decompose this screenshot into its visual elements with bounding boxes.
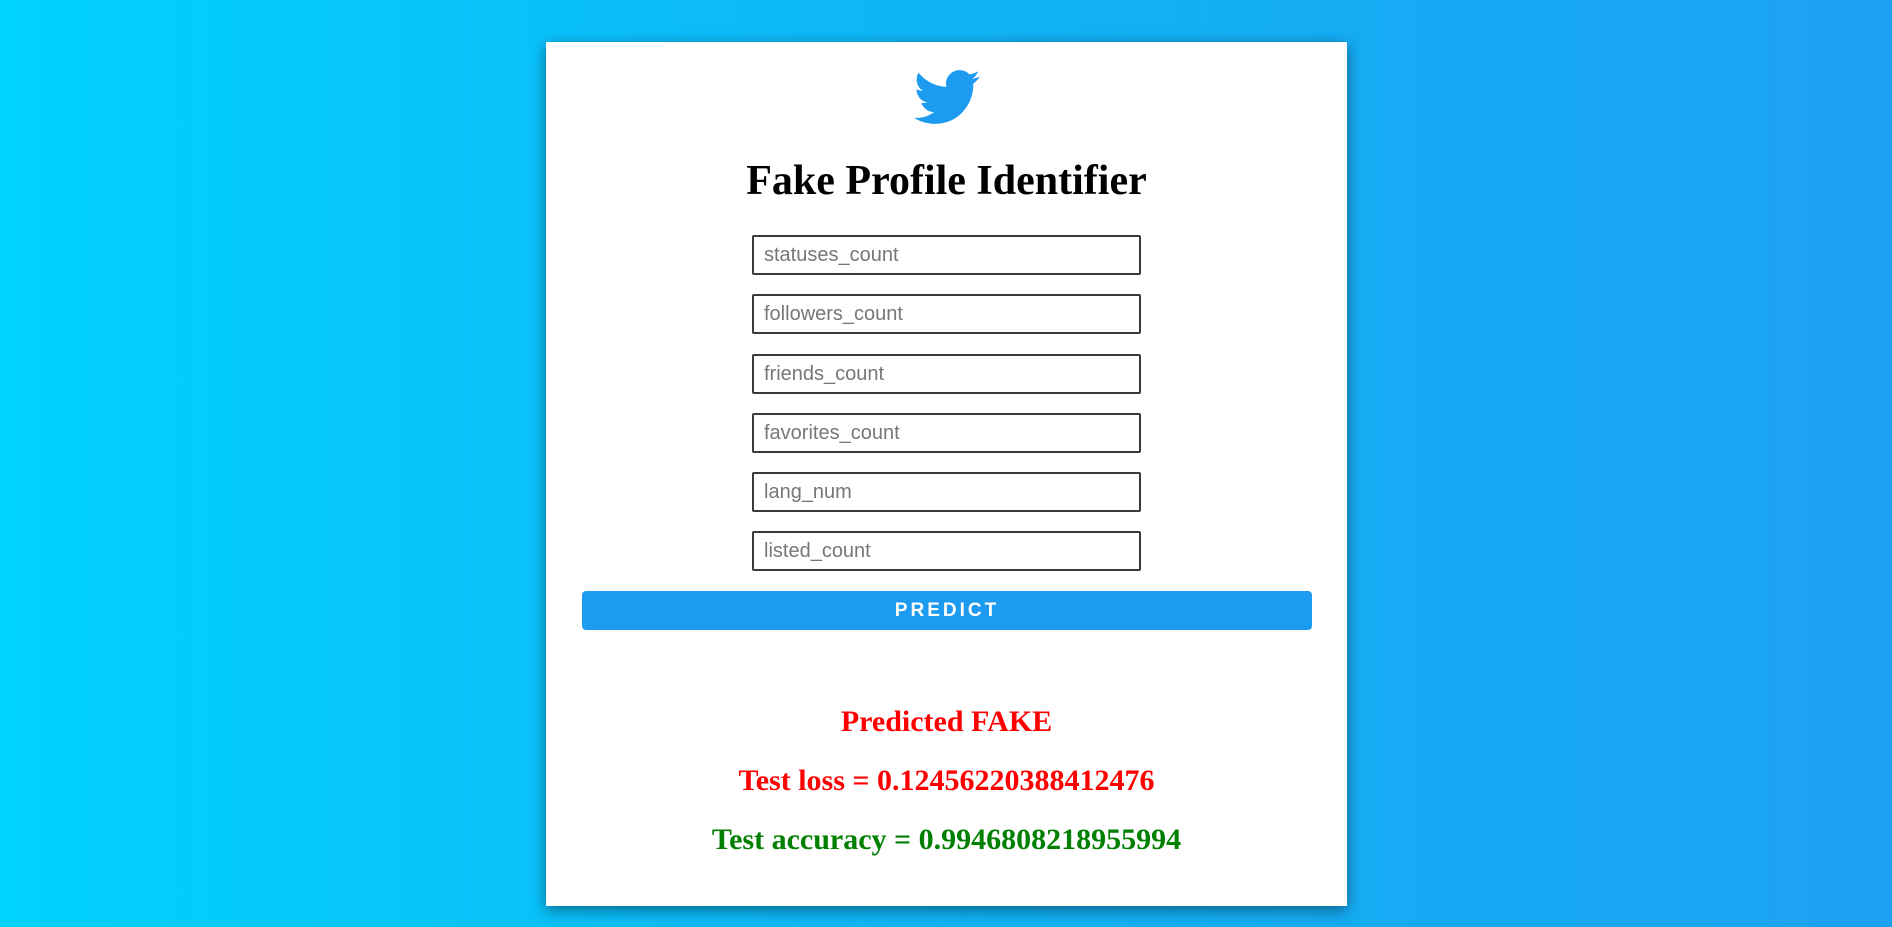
lang-num-input[interactable] bbox=[752, 472, 1141, 512]
listed-count-input[interactable] bbox=[752, 531, 1141, 571]
prediction-card: Fake Profile Identifier PREDICT Predicte… bbox=[546, 42, 1347, 906]
test-accuracy-text: Test accuracy = 0.9946808218955994 bbox=[711, 823, 1182, 856]
friends-count-input[interactable] bbox=[752, 354, 1141, 394]
predict-button[interactable]: PREDICT bbox=[582, 591, 1312, 630]
favorites-count-input[interactable] bbox=[752, 413, 1141, 453]
followers-count-input[interactable] bbox=[752, 294, 1141, 334]
prediction-result: Predicted FAKE bbox=[840, 705, 1053, 738]
page-title: Fake Profile Identifier bbox=[746, 158, 1147, 204]
test-loss-text: Test loss = 0.12456220388412476 bbox=[738, 764, 1155, 797]
statuses-count-input[interactable] bbox=[752, 235, 1141, 275]
twitter-bird-icon bbox=[914, 70, 981, 124]
